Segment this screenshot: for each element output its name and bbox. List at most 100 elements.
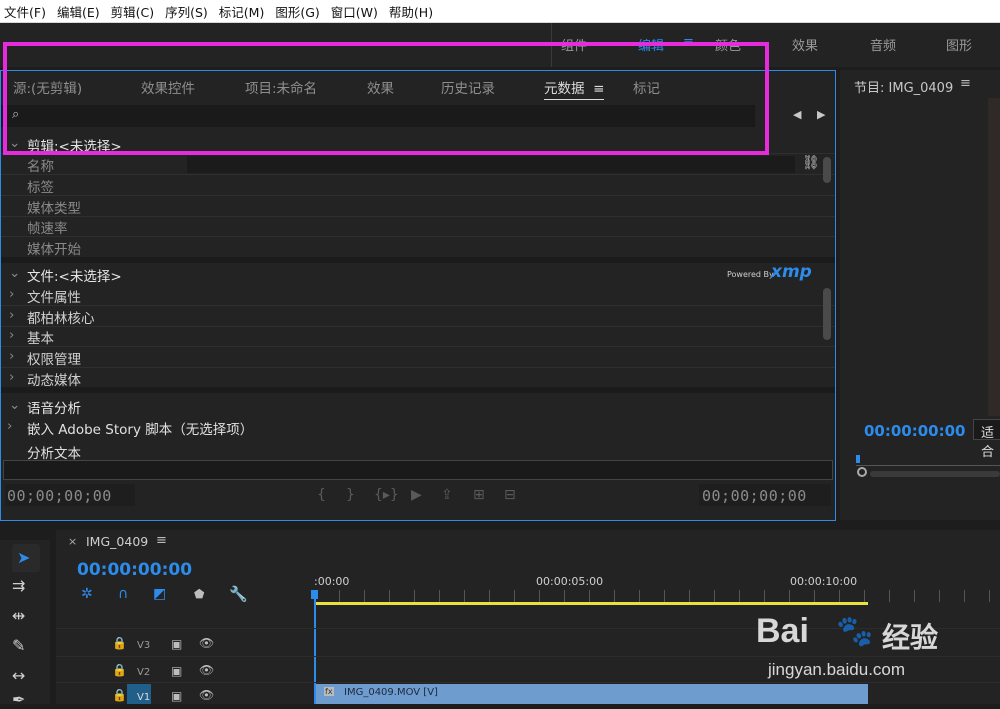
workspace-editing[interactable]: 编辑	[638, 35, 664, 54]
fx-badge: fx	[324, 687, 334, 696]
menu-sequence[interactable]: 序列(S)	[165, 2, 208, 21]
tab-history[interactable]: 历史记录	[441, 77, 495, 97]
tab-effect-controls[interactable]: 效果控件	[141, 77, 195, 97]
hamburger-icon[interactable]: ≡	[683, 35, 694, 50]
lock-icon[interactable]: 🔒	[112, 636, 127, 650]
file-group-rights[interactable]: 权限管理	[27, 348, 81, 368]
file-group-dynamic-media[interactable]: 动态媒体	[27, 369, 81, 389]
program-video-preview	[988, 98, 1000, 416]
collapse-chevron-icon[interactable]: ⌄	[9, 265, 20, 281]
menu-file[interactable]: 文件(F)	[4, 2, 46, 21]
video-clip[interactable]: fx IMG_0409.MOV [V]	[316, 684, 868, 704]
timeline-panel: × IMG_0409 ≡ 00:00:00:00 ✲ ∩ ◩ ⬟ 🔧 :00:0…	[56, 530, 1000, 704]
selection-tool-icon[interactable]: ➤	[17, 548, 30, 567]
search-field[interactable]: ⌕	[1, 105, 755, 127]
timecode-right[interactable]: 00;00;00;00	[702, 487, 807, 505]
collapse-chevron-icon[interactable]: ⌄	[9, 397, 20, 413]
insert-icon[interactable]: ⊞	[473, 487, 485, 503]
workspace-graphics[interactable]: 图形	[946, 35, 972, 54]
mark-in-icon[interactable]: {	[317, 487, 326, 503]
tab-source[interactable]: 源:(无剪辑)	[13, 77, 82, 97]
go-to-in-icon[interactable]: {▸}	[374, 487, 399, 503]
play-icon[interactable]: ▶	[411, 487, 422, 503]
marker-icon[interactable]: ⬟	[194, 587, 204, 601]
wrench-icon[interactable]: 🔧	[229, 585, 248, 603]
zoom-handle[interactable]	[857, 467, 867, 477]
next-arrow-icon[interactable]: ▶	[817, 108, 825, 121]
playhead-handle[interactable]	[311, 590, 318, 599]
expand-chevron-icon[interactable]: ›	[9, 369, 14, 385]
file-group-basic[interactable]: 基本	[27, 327, 54, 347]
field-frame-rate-label: 帧速率	[27, 221, 68, 237]
workspace-color[interactable]: 颜色	[715, 35, 741, 54]
menu-graphics[interactable]: 图形(G)	[275, 2, 319, 21]
unlink-icon[interactable]: ⛓	[802, 155, 820, 171]
expand-chevron-icon[interactable]: ›	[7, 418, 12, 434]
expand-chevron-icon[interactable]: ›	[9, 286, 14, 302]
sync-lock-icon[interactable]: ▣	[171, 689, 182, 703]
workspace-bar: 组件 编辑 ≡ 颜色 效果 音频 图形	[0, 23, 1000, 67]
menu-clip[interactable]: 剪辑(C)	[111, 2, 154, 21]
file-group-dublin-core[interactable]: 都柏林核心	[27, 307, 95, 327]
pen-tool-icon[interactable]: ✒	[12, 690, 25, 709]
close-icon[interactable]: ×	[68, 535, 77, 548]
lock-icon[interactable]: 🔒	[112, 663, 127, 677]
fit-dropdown[interactable]: 适合	[973, 419, 1000, 460]
zoom-scrollbar[interactable]	[870, 471, 1000, 477]
track-label-v1: V1	[137, 692, 151, 703]
workspace-audio[interactable]: 音频	[870, 35, 896, 54]
slip-tool-icon[interactable]: ↔	[12, 666, 25, 685]
export-frame-icon[interactable]: ⇪	[441, 487, 453, 503]
program-timecode[interactable]: 00:00:00:00	[864, 422, 966, 440]
expand-chevron-icon[interactable]: ›	[9, 327, 14, 343]
overwrite-icon[interactable]: ⊟	[504, 487, 516, 503]
sync-lock-icon[interactable]: ▣	[171, 637, 182, 651]
embed-story-label[interactable]: 嵌入 Adobe Story 脚本（无选择项）	[27, 418, 253, 438]
tools-panel: ➤ ⇉ ⇹ ✎ ↔ ✒	[0, 540, 50, 709]
menu-markers[interactable]: 标记(M)	[219, 2, 265, 21]
clip-scrollbar[interactable]	[823, 157, 831, 183]
prev-arrow-icon[interactable]: ◀	[793, 108, 801, 121]
file-group-properties[interactable]: 文件属性	[27, 286, 81, 306]
menu-edit[interactable]: 编辑(E)	[57, 2, 100, 21]
analysis-text-field[interactable]	[3, 460, 833, 480]
watermark-brand: Bai	[756, 612, 809, 650]
workspace-assembly[interactable]: 组件	[561, 35, 587, 54]
tab-effects[interactable]: 效果	[367, 77, 394, 97]
menu-help[interactable]: 帮助(H)	[389, 2, 433, 21]
eye-icon[interactable]: 👁	[199, 688, 214, 702]
snap-icon[interactable]: ✲	[81, 586, 93, 602]
work-area-bar[interactable]	[314, 602, 868, 605]
razor-tool-icon[interactable]: ✎	[12, 636, 25, 655]
panel-menu-icon[interactable]: ≡	[960, 76, 971, 91]
tab-project[interactable]: 项目:未命名	[245, 77, 317, 97]
expand-chevron-icon[interactable]: ›	[9, 348, 14, 364]
file-scrollbar[interactable]	[823, 288, 831, 340]
eye-icon[interactable]: 👁	[199, 636, 214, 650]
timecode-left[interactable]: 00;00;00;00	[7, 487, 112, 505]
expand-chevron-icon[interactable]: ›	[9, 307, 14, 323]
eye-icon[interactable]: 👁	[199, 663, 214, 677]
name-input[interactable]	[187, 156, 795, 173]
lock-icon[interactable]: 🔒	[112, 688, 127, 702]
panel-menu-icon[interactable]: ≡	[589, 81, 604, 97]
track-select-tool-icon[interactable]: ⇉	[12, 576, 25, 595]
timeline-timecode[interactable]: 00:00:00:00	[77, 560, 192, 580]
metadata-panel: 源:(无剪辑) 效果控件 项目:未命名 效果 历史记录 元数据 ≡ 标记 ⌕ ◀…	[0, 70, 836, 521]
workspace-effects[interactable]: 效果	[792, 35, 818, 54]
program-timeline-track	[856, 465, 1000, 466]
sync-lock-icon[interactable]: ▣	[171, 664, 182, 678]
linked-selection-icon[interactable]: ∩	[118, 586, 128, 602]
playhead-marker[interactable]	[856, 455, 860, 463]
program-title[interactable]: 节目: IMG_0409	[854, 77, 953, 96]
ripple-edit-tool-icon[interactable]: ⇹	[12, 606, 25, 625]
tab-metadata[interactable]: 元数据 ≡	[544, 77, 605, 100]
sequence-tab[interactable]: IMG_0409	[86, 534, 148, 549]
menu-window[interactable]: 窗口(W)	[331, 2, 378, 21]
tab-markers[interactable]: 标记	[633, 77, 660, 97]
mark-out-icon[interactable]: }	[346, 487, 355, 503]
collapse-chevron-icon[interactable]: ⌄	[9, 135, 20, 151]
panel-menu-icon[interactable]: ≡	[156, 533, 167, 548]
field-media-type-label: 媒体类型	[27, 201, 81, 217]
add-marker-icon[interactable]: ◩	[153, 586, 166, 602]
